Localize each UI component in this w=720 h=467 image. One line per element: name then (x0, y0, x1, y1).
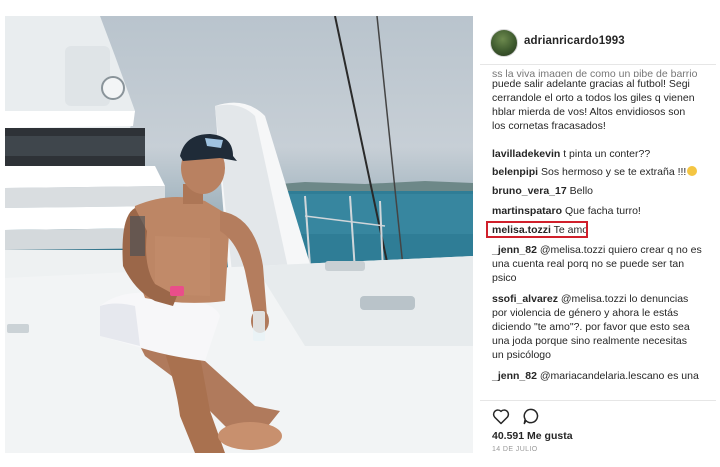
caption-line-1: puede salir adelante gracias al futbol! … (492, 78, 690, 90)
caption-line-3: hblar mierda de vos! Altos envidiosos so… (492, 106, 686, 118)
instagram-post: adrianricardo1993 ss la viva imagen de c… (0, 0, 720, 467)
comment-text: Bello (569, 185, 593, 197)
comment: belenpipi Sos hermoso y se te extraña !!… (492, 166, 708, 180)
comment-username[interactable]: ssofi_alvarez (492, 293, 558, 305)
caption-faded-line: ss la viva imagen de como un pibe de bar… (492, 68, 698, 77)
comment-mention[interactable]: @melisa.tozzi (561, 293, 627, 305)
comment-username[interactable]: _jenn_82 (492, 244, 537, 256)
comment: ssofi_alvarez @melisa.tozzi lo denuncias (492, 293, 708, 307)
comment-username[interactable]: belenpipi (492, 166, 538, 178)
post-actions: 40.591 Me gusta 14 DE JULIO (480, 400, 716, 453)
avatar[interactable] (490, 29, 518, 57)
caption-line-4: los cornetas fracasados! (492, 120, 606, 132)
post-header: adrianricardo1993 (480, 16, 716, 64)
comment-mention[interactable]: @mariacandelaria.lescano (540, 370, 664, 382)
comment-text: quiero crear q no es (605, 244, 702, 256)
comments-list: ss la viva imagen de como un pibe de bar… (480, 68, 716, 400)
comment-icon[interactable] (521, 406, 541, 426)
comment-username[interactable]: martinspataro (492, 205, 562, 217)
comment-text-line: psico (492, 272, 517, 284)
comment-text: t pinta un conter?? (563, 148, 651, 160)
comment-text: Sos hermoso y se te extraña !!! (541, 166, 687, 178)
comment-text-line: un psicólogo (492, 349, 551, 361)
post-username[interactable]: adrianricardo1993 (524, 35, 625, 47)
post-date: 14 DE JULIO (492, 446, 538, 453)
likes-count[interactable]: 40.591 Me gusta (492, 430, 573, 442)
comment-username[interactable]: _jenn_82 (492, 370, 537, 382)
header-divider (480, 64, 716, 65)
comment-mention[interactable]: @melisa.tozzi (540, 244, 606, 256)
comment: martinspataro Que facha turro! (492, 205, 708, 219)
comment: _jenn_82 @mariacandelaria.lescano es una (492, 370, 708, 384)
comment-username[interactable]: bruno_vera_17 (492, 185, 567, 197)
comment-text-line: una cuenta real porq no se puede ser tan (492, 258, 685, 270)
comment-username[interactable]: lavilladekevin (492, 148, 560, 160)
boat-scene (5, 16, 473, 453)
comment: bruno_vera_17 Bello (492, 185, 708, 199)
emoji-icon (687, 166, 698, 176)
heart-icon[interactable] (491, 406, 511, 426)
comment-text-line: por violencia de género y ahora le estás (492, 307, 679, 319)
comment-text: lo denuncias (626, 293, 689, 305)
highlight-box (486, 221, 588, 238)
comment-text: Que facha turro! (564, 205, 641, 217)
post-photo[interactable] (5, 16, 473, 453)
comment-text-line: una joda porque sino realmente necesitas (492, 335, 687, 347)
caption-line-2: cerrandole el orto a todos los giles q v… (492, 92, 695, 104)
comment-text-line: diciendo "te amo"?. por favor que esto s… (492, 321, 690, 333)
comment-text: es una (664, 370, 699, 382)
post-side-panel: adrianricardo1993 ss la viva imagen de c… (480, 16, 716, 453)
comment: lavilladekevin t pinta un conter?? (492, 148, 708, 162)
comment: _jenn_82 @melisa.tozzi quiero crear q no… (492, 244, 708, 258)
